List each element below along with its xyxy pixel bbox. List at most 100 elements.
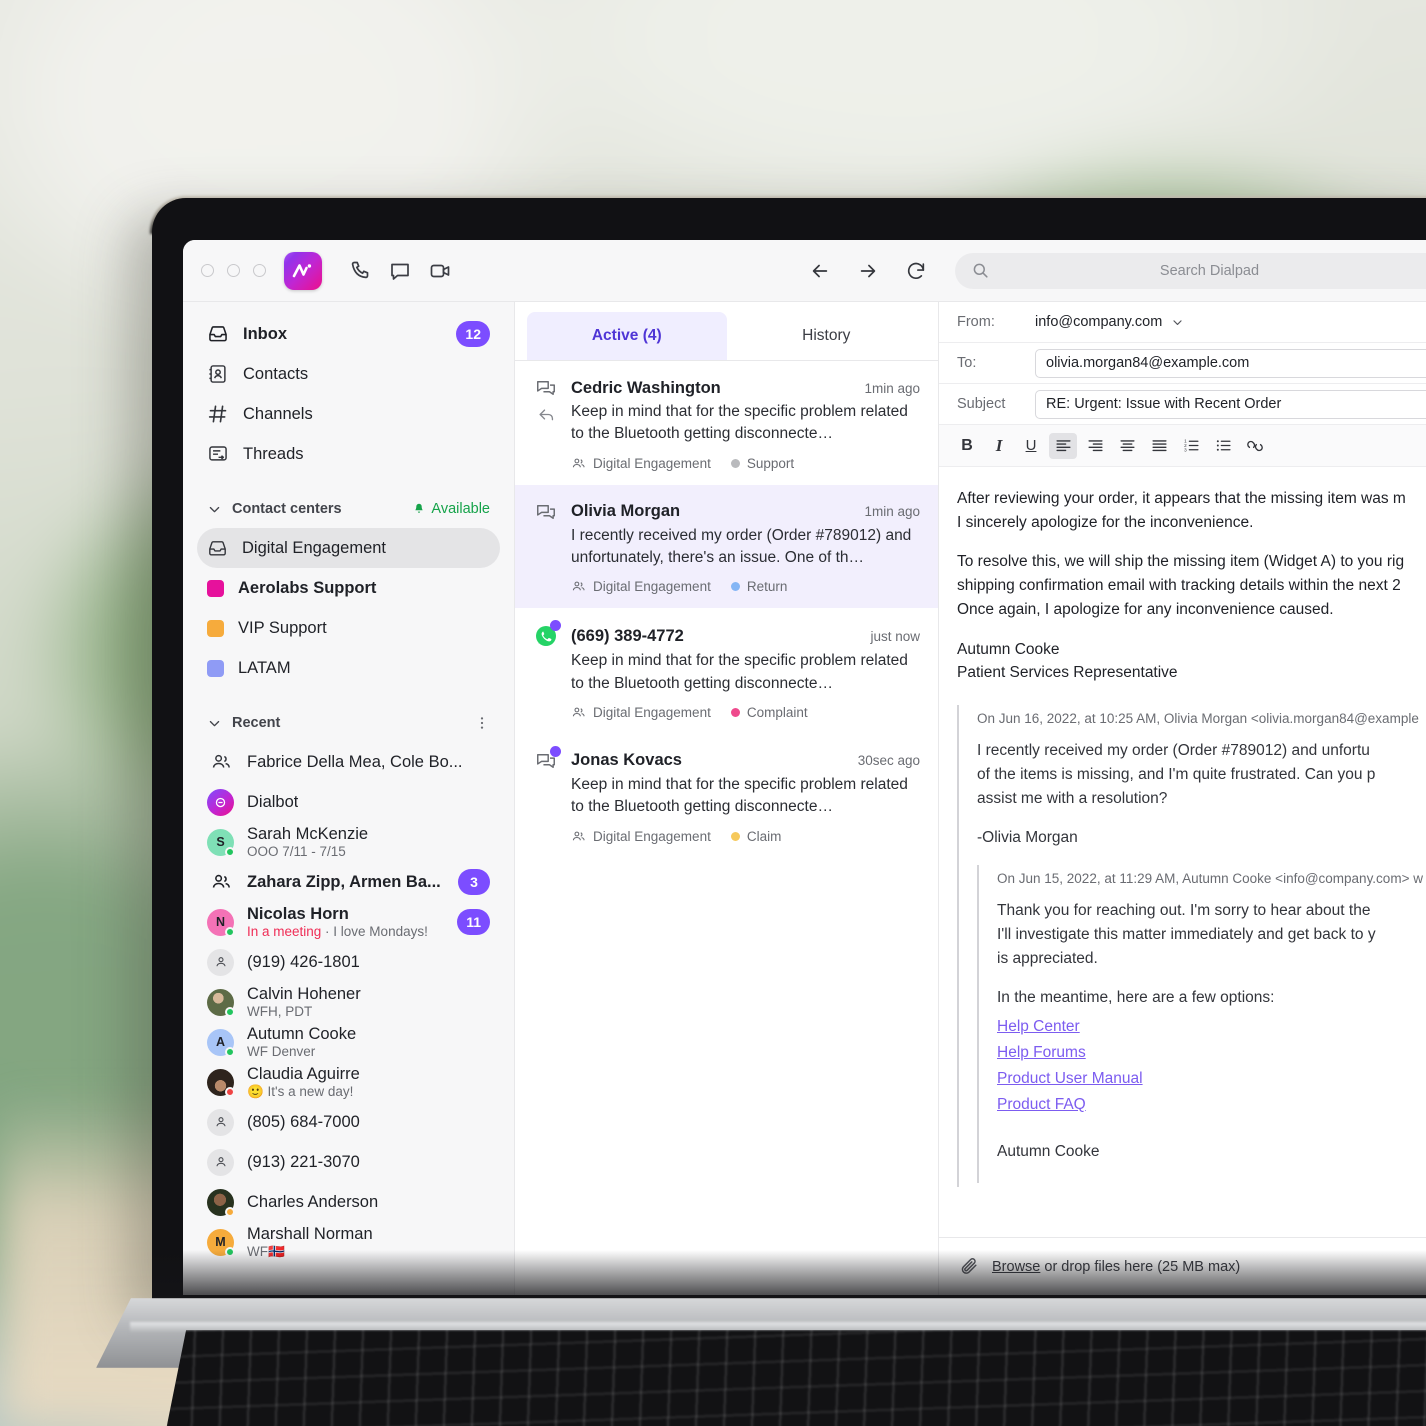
availability-status[interactable]: Available — [412, 501, 490, 517]
body-line: To resolve this, we will ship the missin… — [957, 553, 1405, 571]
chat-outline-icon — [533, 377, 559, 399]
back-icon[interactable] — [803, 254, 837, 288]
list-item[interactable]: Claudia Aguirre 🙂 It's a new day! — [197, 1062, 500, 1102]
conversation-item-cedric-washington[interactable]: Cedric Washington 1min ago Keep in mind … — [515, 361, 938, 485]
link-help-center[interactable]: Help Center — [997, 1014, 1426, 1040]
unread-dot — [550, 620, 561, 632]
maximize-window-button[interactable] — [253, 264, 266, 277]
group-icon — [207, 749, 234, 776]
list-item-name: Autumn Cooke — [247, 1024, 357, 1043]
status-note: · I love Mondays! — [321, 923, 428, 939]
list-item[interactable]: Zahara Zipp, Armen Ba... 3 — [197, 862, 500, 902]
italic-icon[interactable]: I — [985, 433, 1013, 459]
to-input[interactable]: olivia.morgan84@example.com — [1035, 348, 1426, 378]
group-icon — [571, 705, 586, 720]
video-icon[interactable] — [420, 251, 460, 291]
phone-icon[interactable] — [340, 251, 380, 291]
chevron-down-icon — [207, 716, 222, 731]
conversation-time: just now — [870, 628, 920, 644]
laptop-keyboard — [166, 1330, 1426, 1426]
presence-indicator — [225, 1206, 235, 1217]
list-item[interactable]: Calvin Hohener WFH, PDT — [197, 982, 500, 1022]
list-item[interactable]: (919) 426-1801 — [197, 942, 500, 982]
sidebar-item-contacts[interactable]: Contacts — [197, 354, 500, 394]
avatar: N — [207, 908, 235, 937]
close-window-button[interactable] — [201, 264, 214, 277]
chat-outline-icon — [533, 501, 559, 523]
sidebar-item-inbox[interactable]: Inbox 12 — [197, 314, 500, 354]
app-body: Inbox 12 Contacts Channels Threads Conta… — [183, 302, 1426, 1295]
list-item[interactable]: Charles Anderson — [197, 1182, 500, 1222]
search-icon — [971, 261, 990, 280]
tab-history[interactable]: History — [727, 312, 927, 360]
chevron-down-icon[interactable] — [1171, 316, 1184, 329]
list-item-name: Dialbot — [247, 792, 299, 811]
search-input[interactable]: Search Dialpad — [955, 252, 1426, 289]
bullet-list-icon[interactable] — [1209, 433, 1237, 459]
contact-center-digital-engagement[interactable]: Digital Engagement — [197, 528, 500, 568]
sidebar: Inbox 12 Contacts Channels Threads Conta… — [183, 302, 515, 1295]
quote-signoff: Autumn Cooke — [997, 1142, 1100, 1160]
list-item[interactable]: Dialbot — [197, 782, 500, 822]
tag-label: Return — [746, 579, 788, 595]
quote-line: is appreciated. — [997, 949, 1098, 967]
conversation-item-669-389-4772[interactable]: (669) 389-4772 just now Keep in mind tha… — [515, 608, 938, 734]
ordered-list-icon[interactable]: 123 — [1177, 433, 1205, 459]
align-center-icon[interactable] — [1113, 433, 1141, 459]
channel-label: Digital Engagement — [593, 828, 711, 844]
align-left-icon[interactable] — [1049, 432, 1077, 459]
link-help-forums[interactable]: Help Forums — [997, 1040, 1426, 1066]
contact-center-label: VIP Support — [238, 618, 327, 637]
list-item[interactable]: A Autumn Cooke WF Denver — [197, 1022, 500, 1062]
list-item[interactable]: S Sarah McKenzie OOO 7/11 - 7/15 — [197, 822, 500, 862]
bold-icon[interactable]: B — [953, 433, 981, 459]
presence-indicator — [225, 926, 235, 937]
subject-input[interactable]: RE: Urgent: Issue with Recent Order — [1035, 389, 1426, 419]
tab-active[interactable]: Active (4) — [527, 312, 727, 360]
dialpad-logo-icon[interactable] — [284, 251, 322, 290]
align-justify-icon[interactable] — [1145, 433, 1173, 459]
contact-center-latam[interactable]: LATAM — [197, 648, 500, 688]
conversation-item-jonas-kovacs[interactable]: Jonas Kovacs 30sec ago Keep in mind that… — [515, 734, 938, 858]
list-item[interactable]: (913) 221-3070 — [197, 1142, 500, 1182]
sidebar-item-channels[interactable]: Channels — [197, 394, 500, 434]
status-text: In a meeting — [247, 923, 322, 939]
from-value[interactable]: info@company.com — [1035, 314, 1184, 330]
tag-color-dot — [730, 458, 740, 468]
hash-icon — [207, 403, 229, 425]
email-body[interactable]: After reviewing your order, it appears t… — [939, 467, 1426, 1237]
reload-icon[interactable] — [899, 254, 933, 288]
kebab-menu-icon[interactable] — [474, 715, 490, 731]
link-icon[interactable] — [1241, 433, 1269, 459]
forward-icon[interactable] — [851, 254, 885, 288]
from-address: info@company.com — [1035, 314, 1163, 330]
body-line: shipping confirmation email with trackin… — [957, 577, 1401, 595]
tag-label: Support — [746, 455, 795, 471]
underline-icon[interactable]: U — [1017, 433, 1045, 459]
window-traffic-lights[interactable] — [201, 264, 266, 277]
minimize-window-button[interactable] — [227, 264, 240, 277]
list-item-name: Claudia Aguirre — [247, 1064, 360, 1083]
list-item-status: 🙂 It's a new day! — [247, 1083, 354, 1099]
list-item[interactable]: Fabrice Della Mea, Cole Bo... — [197, 742, 500, 782]
quote-paragraph: Thank you for reaching out. I'm sorry to… — [997, 899, 1426, 971]
sidebar-item-threads[interactable]: Threads — [197, 434, 500, 474]
formatting-toolbar: B I U 123 — [939, 425, 1426, 467]
link-product-user-manual[interactable]: Product User Manual — [997, 1066, 1426, 1092]
sidebar-item-label: Contacts — [243, 364, 309, 383]
link-product-faq[interactable]: Product FAQ — [997, 1092, 1426, 1118]
contact-centers-section-header[interactable]: Contact centers Available — [197, 490, 500, 528]
contact-center-label: LATAM — [238, 658, 291, 677]
recent-section-header[interactable]: Recent — [197, 704, 500, 742]
quote-header: On Jun 15, 2022, at 11:29 AM, Autumn Coo… — [997, 870, 1423, 886]
contact-center-vip-support[interactable]: VIP Support — [197, 608, 500, 648]
list-item[interactable]: (805) 684-7000 — [197, 1102, 500, 1142]
conversation-item-olivia-morgan[interactable]: Olivia Morgan 1min ago I recently receiv… — [515, 484, 938, 609]
list-item[interactable]: N Nicolas Horn In a meeting · I love Mon… — [197, 902, 500, 942]
presence-indicator — [225, 1046, 235, 1057]
contact-center-aerolabs-support[interactable]: Aerolabs Support — [197, 568, 500, 608]
align-right-icon[interactable] — [1081, 433, 1109, 459]
message-icon[interactable] — [380, 251, 420, 291]
unread-dot — [550, 745, 561, 757]
bell-icon — [412, 502, 426, 516]
